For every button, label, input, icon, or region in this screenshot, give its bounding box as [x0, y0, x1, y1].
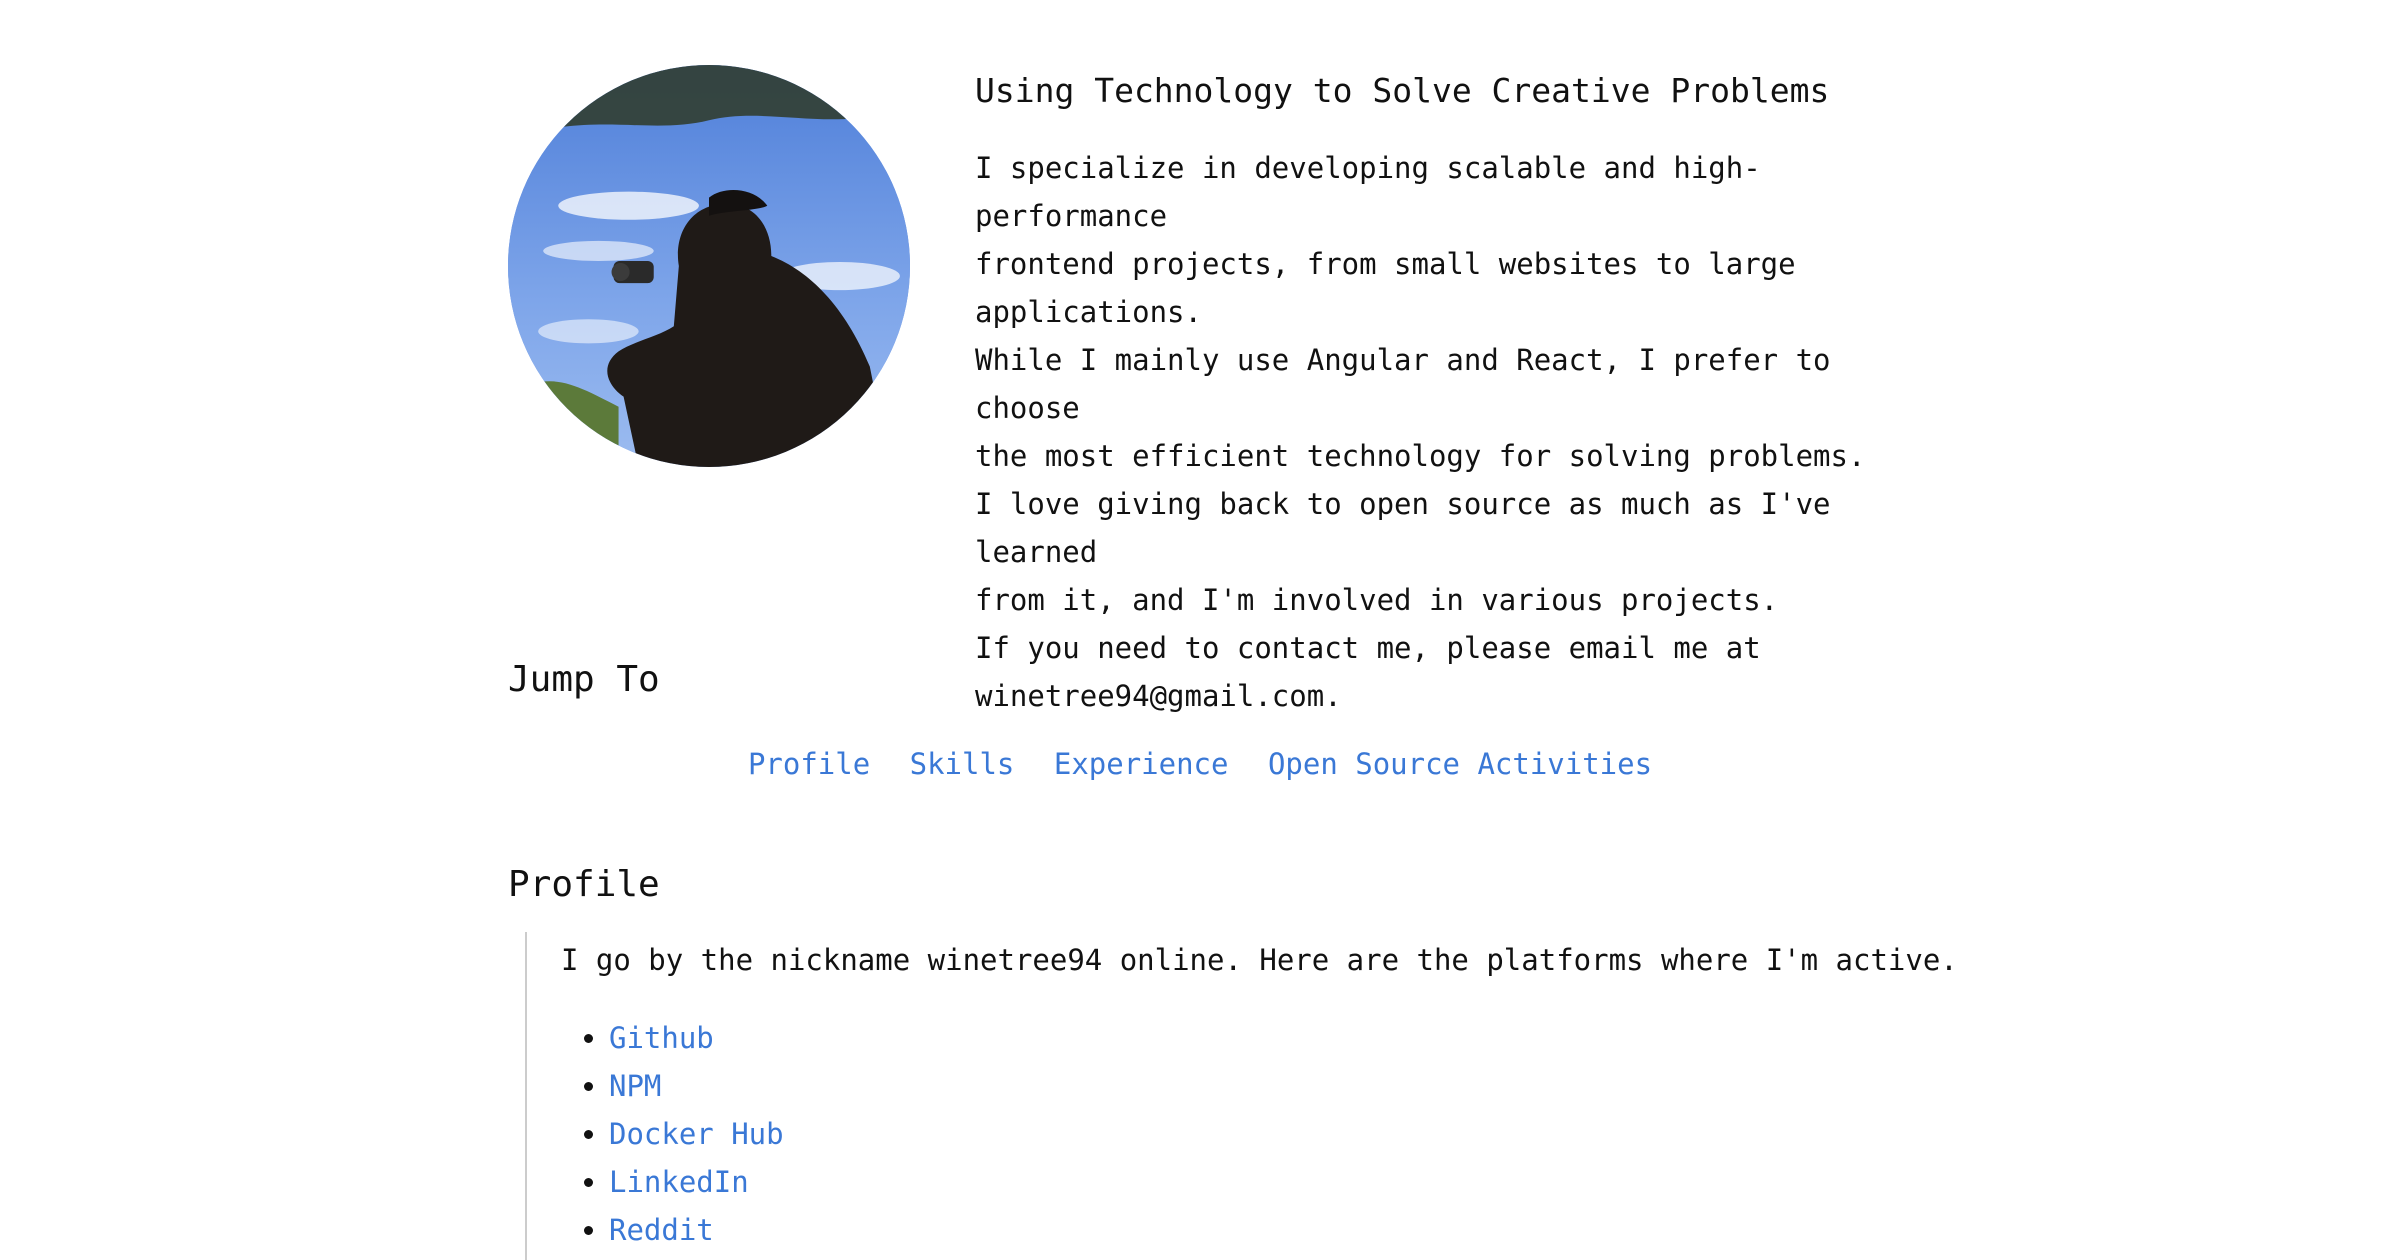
list-item: Docker Hub — [609, 1110, 1961, 1158]
jump-link-skills[interactable]: Skills — [910, 747, 1015, 781]
avatar — [508, 65, 910, 467]
intro-text-line: from it, and I'm involved in various pro… — [975, 583, 1779, 617]
jump-link-open-source[interactable]: Open Source Activities — [1268, 747, 1652, 781]
page: Using Technology to Solve Creative Probl… — [0, 0, 2400, 1260]
jump-link-experience[interactable]: Experience — [1054, 747, 1229, 781]
page-title: Using Technology to Solve Creative Probl… — [975, 71, 1830, 110]
reddit-link[interactable]: Reddit — [609, 1213, 714, 1247]
list-item: Reddit — [609, 1206, 1961, 1254]
docker-hub-link[interactable]: Docker Hub — [609, 1117, 784, 1151]
list-item: NPM — [609, 1062, 1961, 1110]
list-item: LinkedIn — [609, 1158, 1961, 1206]
profile-blockquote: I go by the nickname winetree94 online. … — [525, 932, 1961, 1260]
contact-email-line: winetree94@gmail.com. — [975, 679, 1342, 713]
intro-text-line: the most efficient technology for solvin… — [975, 439, 1866, 473]
intro-text-line: While I mainly use Angular and React, I … — [975, 343, 1848, 425]
jump-to-nav: Profile Skills Experience Open Source Ac… — [0, 742, 2400, 786]
intro-text-line: I love giving back to open source as muc… — [975, 487, 1848, 569]
intro-text-line: applications. — [975, 295, 1202, 329]
intro-section: Using Technology to Solve Creative Probl… — [975, 66, 1935, 720]
profile-intro-text: I go by the nickname winetree94 online. … — [561, 943, 1958, 977]
jump-link-profile[interactable]: Profile — [748, 747, 870, 781]
intro-text-line: If you need to contact me, please email … — [975, 631, 1761, 665]
github-link[interactable]: Github — [609, 1021, 714, 1055]
jump-to-heading: Jump To — [508, 659, 660, 700]
platform-list: Github NPM Docker Hub LinkedIn Reddit — [561, 1014, 1961, 1254]
profile-heading: Profile — [508, 864, 660, 905]
linkedin-link[interactable]: LinkedIn — [609, 1165, 749, 1199]
intro-text-line: frontend projects, from small websites t… — [975, 247, 1796, 281]
intro-text-line: I specialize in developing scalable and … — [975, 151, 1761, 233]
avatar-photo — [508, 65, 910, 467]
npm-link[interactable]: NPM — [609, 1069, 661, 1103]
list-item: Github — [609, 1014, 1961, 1062]
